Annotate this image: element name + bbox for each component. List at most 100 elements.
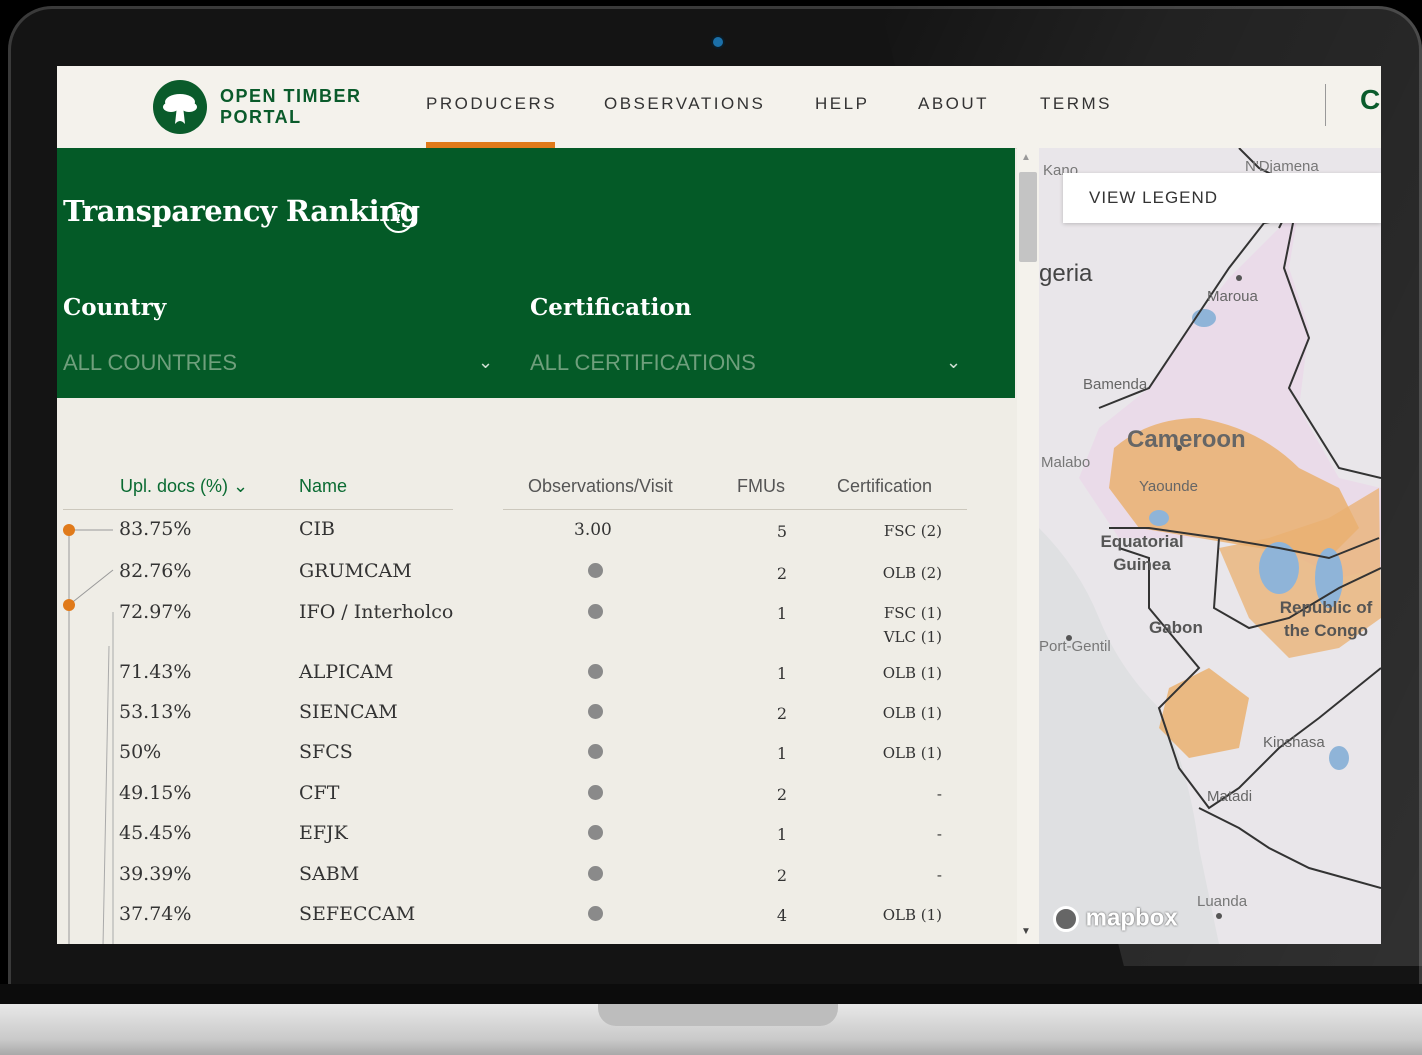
map-label-gabon: Gabon xyxy=(1149,618,1203,637)
country-filter-label: Country xyxy=(63,294,167,321)
cell-certification: - xyxy=(936,866,942,884)
scrollbar-thumb[interactable] xyxy=(1019,172,1037,262)
cell-fmus: 1 xyxy=(776,744,787,763)
laptop-notch xyxy=(598,1004,838,1026)
cell-docs: 72.97% xyxy=(119,601,192,623)
map-label-malabo: Malabo xyxy=(1041,454,1091,471)
cell-docs: 83.75% xyxy=(119,518,192,540)
map-label-port-gentil: Port-Gentil xyxy=(1039,638,1111,655)
nav-observations[interactable]: OBSERVATIONS xyxy=(604,94,765,114)
cell-docs: 71.43% xyxy=(119,661,192,683)
map-label-bamenda: Bamenda xyxy=(1083,376,1148,393)
rank-marker xyxy=(63,524,75,536)
cell-observations: 3.00 xyxy=(574,520,612,540)
column-header-observations[interactable]: Observations/Visit xyxy=(528,476,673,497)
browser-screen: OPEN TIMBER PORTAL PRODUCERS OBSERVATION… xyxy=(57,66,1381,944)
cell-certification: OLB (1) xyxy=(882,704,942,722)
observations-dot xyxy=(588,563,603,578)
observations-dot xyxy=(588,825,603,840)
cell-fmus: 2 xyxy=(776,564,787,583)
column-header-docs[interactable]: Upl. docs (%) ⌄ xyxy=(120,476,248,497)
map-label-kinshasa: Kinshasa xyxy=(1263,734,1325,751)
brand-name[interactable]: OPEN TIMBER PORTAL xyxy=(220,86,362,128)
cell-fmus: 1 xyxy=(776,825,787,844)
cell-name[interactable]: GRUMCAM xyxy=(299,560,412,582)
nav-producers[interactable]: PRODUCERS xyxy=(426,94,557,114)
cell-name[interactable]: SEFECCAM xyxy=(299,903,415,925)
map-label-luanda: Luanda xyxy=(1197,893,1248,910)
observations-dot xyxy=(588,785,603,800)
map-view[interactable]: Kano N'Djamena geria Maroua Bamenda Came… xyxy=(1039,148,1381,944)
cell-docs: 39.39% xyxy=(119,863,192,885)
cell-fmus: 2 xyxy=(776,866,787,885)
nav-help[interactable]: HELP xyxy=(815,94,869,114)
map-label-nigeria: geria xyxy=(1039,260,1093,287)
nav-divider xyxy=(1325,84,1326,126)
page-title: Transparency Ranking xyxy=(63,194,420,228)
column-header-fmus[interactable]: FMUs xyxy=(737,476,785,497)
view-legend-button[interactable]: VIEW LEGEND xyxy=(1063,173,1381,223)
observations-dot xyxy=(588,866,603,881)
cell-certification: FSC (2) xyxy=(883,522,942,540)
column-header-name[interactable]: Name xyxy=(299,476,347,497)
brand-line-2: PORTAL xyxy=(220,107,302,127)
cell-name[interactable]: SIENCAM xyxy=(299,701,398,723)
map-label-matadi: Matadi xyxy=(1207,788,1253,805)
cell-fmus: 5 xyxy=(776,522,787,541)
cell-name[interactable]: IFO / Interholco xyxy=(299,601,453,623)
cell-certification: - xyxy=(936,785,942,803)
nav-terms[interactable]: TERMS xyxy=(1040,94,1112,114)
cell-name[interactable]: ALPICAM xyxy=(299,661,393,683)
map-label-republic-of-the-congo: Republic of the Congo xyxy=(1279,598,1373,640)
cell-docs: 82.76% xyxy=(119,560,192,582)
header-divider xyxy=(503,509,967,510)
observations-dot xyxy=(588,664,603,679)
cell-certification: - xyxy=(936,825,942,843)
cell-name[interactable]: SABM xyxy=(299,863,359,885)
cell-name[interactable]: CIB xyxy=(299,518,335,540)
column-header-certification[interactable]: Certification xyxy=(837,476,932,497)
cell-fmus: 4 xyxy=(776,906,787,925)
filter-panel: Transparency Ranking i Country ALL COUNT… xyxy=(57,148,1015,398)
cell-name[interactable]: EFJK xyxy=(299,822,348,844)
map-label-cameroon: Cameroon xyxy=(1127,426,1246,453)
cell-docs: 53.13% xyxy=(119,701,192,723)
cell-name[interactable]: CFT xyxy=(299,782,339,804)
map-label-equatorial-guinea: Equatorial Guinea xyxy=(1100,532,1184,574)
country-select[interactable]: ALL COUNTRIES xyxy=(63,350,237,376)
cell-certification: VLC (1) xyxy=(883,628,942,646)
observations-dot xyxy=(588,906,603,921)
certification-select[interactable]: ALL CERTIFICATIONS xyxy=(530,350,756,376)
laptop-hinge xyxy=(0,984,1422,1006)
cell-certification: OLB (1) xyxy=(882,906,942,924)
cell-fmus: 2 xyxy=(776,704,787,723)
map-label-yaounde: Yaounde xyxy=(1139,478,1198,495)
scrollbar-track[interactable] xyxy=(1017,148,1039,944)
cell-certification: OLB (2) xyxy=(882,564,942,582)
certification-filter-label: Certification xyxy=(530,294,692,321)
cell-name[interactable]: SFCS xyxy=(299,741,353,763)
map-label-maroua: Maroua xyxy=(1207,288,1258,305)
cell-fmus: 2 xyxy=(776,785,787,804)
webcam xyxy=(713,37,723,47)
scroll-up-arrow-icon[interactable]: ▲ xyxy=(1021,152,1031,163)
site-header: OPEN TIMBER PORTAL PRODUCERS OBSERVATION… xyxy=(57,66,1381,149)
chevron-down-icon[interactable]: ⌄ xyxy=(478,352,493,373)
view-legend-label: VIEW LEGEND xyxy=(1089,188,1219,207)
observations-dot xyxy=(588,744,603,759)
mapbox-logo-icon xyxy=(1053,905,1079,932)
chevron-down-icon[interactable]: ⌄ xyxy=(946,352,961,373)
mapbox-logo[interactable]: mapbox xyxy=(1053,904,1178,933)
cell-docs: 50% xyxy=(119,741,162,763)
nav-about[interactable]: ABOUT xyxy=(918,94,989,114)
cell-docs: 45.45% xyxy=(119,822,192,844)
tree-logo-icon[interactable] xyxy=(153,80,207,134)
observations-dot xyxy=(588,704,603,719)
cell-fmus: 1 xyxy=(776,664,787,683)
scroll-down-arrow-icon[interactable]: ▼ xyxy=(1021,926,1031,937)
info-icon[interactable]: i xyxy=(383,202,414,233)
cell-certification: OLB (1) xyxy=(882,744,942,762)
cell-docs: 37.74% xyxy=(119,903,192,925)
rank-marker xyxy=(63,599,75,611)
nav-extra-item[interactable]: C xyxy=(1360,84,1380,116)
